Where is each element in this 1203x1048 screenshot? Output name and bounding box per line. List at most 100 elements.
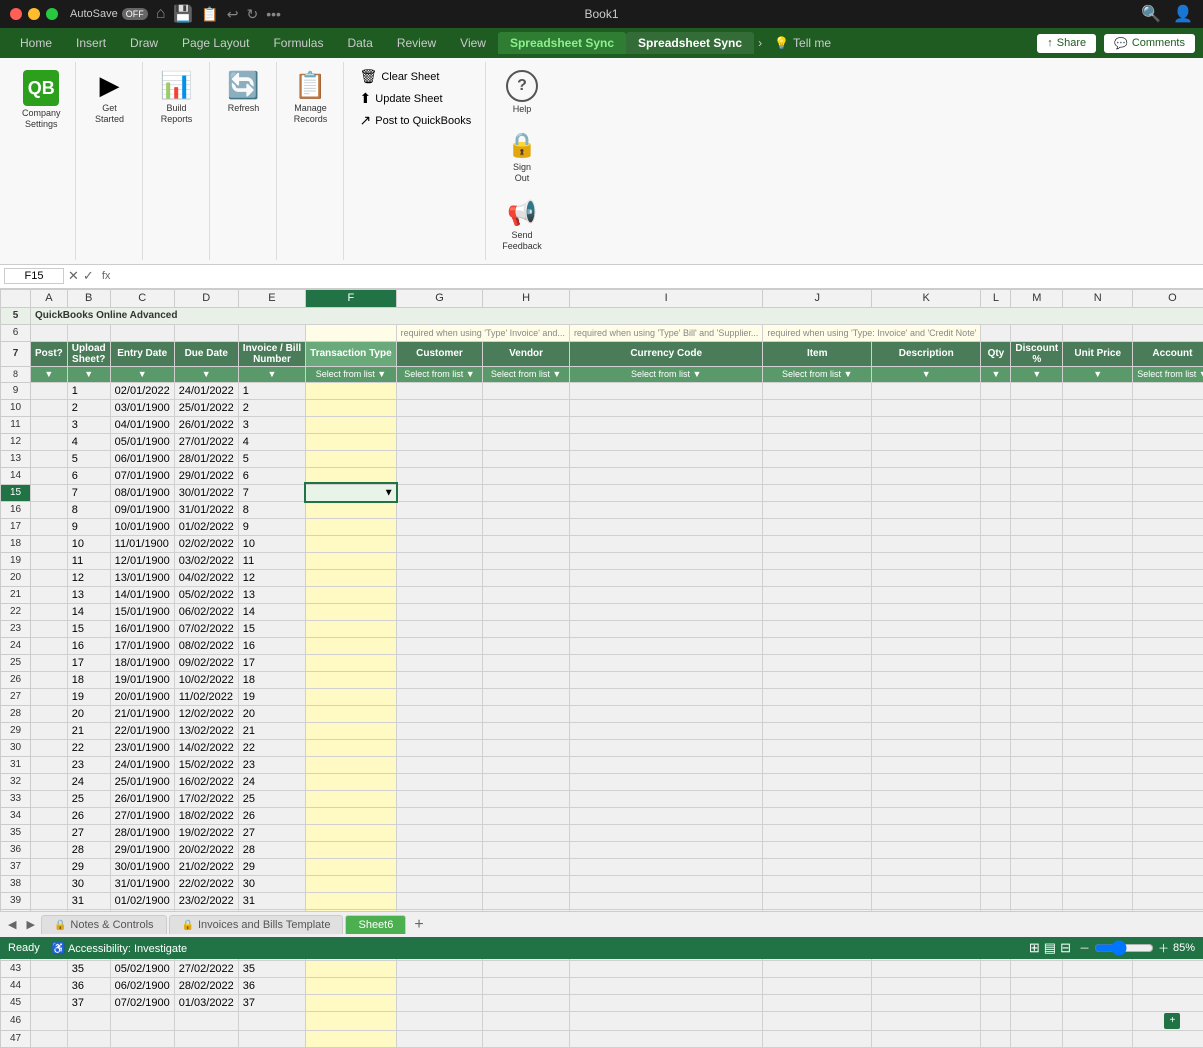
undo-icon[interactable]: ↩ [227,6,239,23]
filter-upload[interactable]: ▼ [84,369,93,379]
accessibility-label: Accessibility: Investigate [68,943,187,955]
tell-me-button[interactable]: 💡 Tell me [774,36,831,50]
tab-formulas[interactable]: Formulas [261,32,335,54]
manage-records-button[interactable]: 📋 ManageRecords [287,66,335,129]
filter-vendor[interactable]: ▼ [552,369,561,379]
sheet-nav-right[interactable]: ▶ [22,916,38,933]
maximize-button[interactable] [46,8,58,20]
col-e-header[interactable]: E [238,289,305,307]
clipboard-icon[interactable]: 📋 [201,6,218,23]
col-k-header[interactable]: K [872,289,981,307]
accessibility-status: ♿ Accessibility: Investigate [52,942,187,955]
zoom-out-icon[interactable]: － [1079,940,1090,956]
close-button[interactable] [10,8,22,20]
save-icon[interactable]: 💾 [173,4,193,24]
col-d-header[interactable]: D [174,289,238,307]
help-button[interactable]: ? Help [498,66,546,119]
filter-discount[interactable]: ▼ [1032,369,1041,379]
filter-customer[interactable]: ▼ [466,369,475,379]
search-icon[interactable]: 🔍 [1141,4,1161,24]
window-controls[interactable] [10,8,58,20]
filter-invoice[interactable]: ▼ [268,369,277,379]
comments-button[interactable]: 💬 Comments [1104,34,1195,53]
minimize-button[interactable] [28,8,40,20]
col-b-header[interactable]: B [67,289,110,307]
add-sheet-button[interactable]: + [408,914,429,936]
redo-icon[interactable]: ↻ [246,6,258,23]
header-customer: Customer [396,341,483,366]
dropdown-in-cell[interactable]: ▼ [384,487,394,498]
col-a-header[interactable]: A [31,289,68,307]
col-i-header[interactable]: I [569,289,762,307]
title-bar-right: 🔍 👤 [1141,4,1193,24]
tab-draw[interactable]: Draw [118,32,170,54]
table-subheader-row: 8 ▼ ▼ ▼ ▼ ▼ Select from list ▼ [1,366,1203,382]
tab-home[interactable]: Home [8,32,64,54]
header-qty: Qty [981,341,1011,366]
header-unit-price: Unit Price [1063,341,1133,366]
filter-unit-price[interactable]: ▼ [1093,369,1102,379]
paste-icon[interactable]: + [1164,1013,1180,1029]
tab-data[interactable]: Data [335,32,384,54]
autosave-toggle[interactable]: OFF [122,8,148,20]
tab-insert[interactable]: Insert [64,32,118,54]
sheet-tab-invoices[interactable]: 🔒 Invoices and Bills Template [169,915,344,934]
clear-sheet-icon: 🗑 [360,68,378,85]
sign-out-button[interactable]: 🔒 SignOut [498,127,546,188]
sheet-tab-sheet6[interactable]: Sheet6 [345,915,406,934]
post-to-qb-label: Post to QuickBooks [375,115,471,127]
table-row: 17 9 10/01/1900 01/02/2022 9 [1,518,1203,535]
header-description: Description [872,341,981,366]
filter-post[interactable]: ▼ [44,369,53,379]
normal-view-icon[interactable]: ⊞ [1029,940,1040,956]
col-h-header[interactable]: H [483,289,570,307]
clear-sheet-button[interactable]: 🗑 Clear Sheet [354,66,478,87]
col-f-header[interactable]: F [306,289,397,307]
title-bar: AutoSave OFF ⌂ 💾 📋 ↩ ↻ ••• Book1 🔍 👤 [0,0,1203,28]
refresh-button[interactable]: 🔄 Refresh [220,66,268,118]
company-settings-button[interactable]: QB CompanySettings [16,66,67,134]
home-icon[interactable]: ⌂ [156,5,166,23]
row-5-num: 5 [1,307,31,324]
sheet-nav-left[interactable]: ◀ [4,916,20,933]
col-l-header[interactable]: L [981,289,1011,307]
col-o-header[interactable]: O [1133,289,1203,307]
filter-qty[interactable]: ▼ [991,369,1000,379]
filter-due-date[interactable]: ▼ [202,369,211,379]
build-reports-button[interactable]: 📊 BuildReports [153,66,201,129]
tab-view[interactable]: View [448,32,498,54]
filter-entry-date[interactable]: ▼ [138,369,147,379]
tab-spreadsheet-sync-1[interactable]: Spreadsheet Sync [498,32,626,54]
tab-review[interactable]: Review [385,32,448,54]
filter-account[interactable]: ▼ [1199,369,1203,379]
cell-reference-input[interactable] [4,268,64,284]
filter-item[interactable]: ▼ [844,369,853,379]
formula-confirm[interactable]: ✓ [83,268,94,284]
formula-input[interactable] [118,270,1199,282]
account-icon[interactable]: 👤 [1173,4,1193,24]
tab-spreadsheet-sync-2[interactable]: Spreadsheet Sync [626,32,754,54]
col-m-header[interactable]: M [1011,289,1063,307]
filter-description[interactable]: ▼ [922,369,931,379]
ribbon-group-help: ? Help 🔒 SignOut 📢 SendFeedback [488,62,556,260]
send-feedback-button[interactable]: 📢 SendFeedback [496,195,548,256]
col-n-header[interactable]: N [1063,289,1133,307]
more-icon[interactable]: ••• [266,6,281,22]
zoom-in-icon[interactable]: ＋ [1158,940,1169,956]
share-button[interactable]: ↑ Share [1037,34,1096,53]
tab-page-layout[interactable]: Page Layout [170,32,261,54]
col-g-header[interactable]: G [396,289,483,307]
page-layout-icon[interactable]: ▤ [1044,940,1056,956]
update-sheet-button[interactable]: ⬆ Update Sheet [354,88,478,109]
filter-currency[interactable]: ▼ [692,369,701,379]
zoom-slider[interactable] [1094,940,1154,956]
table-row: 28 20 21/01/1900 12/02/2022 20 [1,705,1203,722]
col-j-header[interactable]: J [763,289,872,307]
formula-cancel[interactable]: ✕ [68,268,79,284]
page-break-icon[interactable]: ⊟ [1060,940,1071,956]
filter-transaction-type[interactable]: ▼ [377,369,386,379]
sheet-tab-notes-controls[interactable]: 🔒 Notes & Controls [41,915,167,934]
post-to-quickbooks-button[interactable]: ↗ Post to QuickBooks [354,110,478,131]
col-c-header[interactable]: C [110,289,174,307]
get-started-button[interactable]: ▶ GetStarted [86,66,134,129]
